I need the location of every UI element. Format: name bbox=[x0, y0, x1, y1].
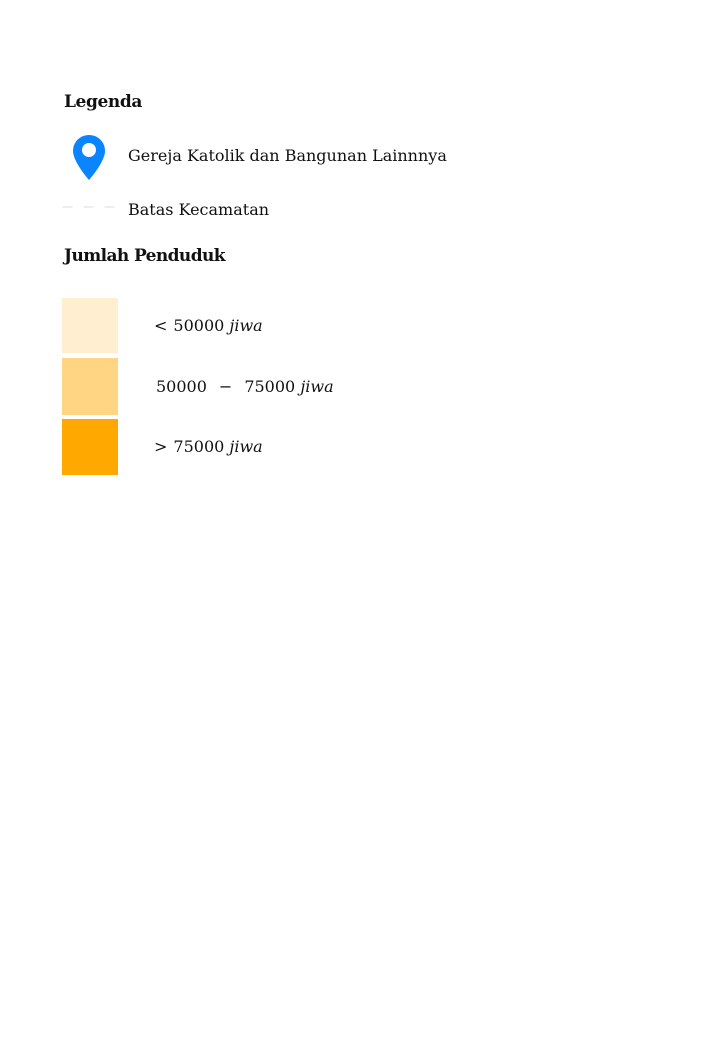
class-unit: jiwa bbox=[229, 437, 263, 456]
operator-less-than: < bbox=[154, 316, 168, 335]
class-range-dash: − bbox=[218, 377, 233, 396]
class-range-to: 75000 bbox=[244, 377, 296, 396]
population-class-high-label: >75000 jiwa bbox=[154, 437, 263, 456]
legend-item-church-label: Gereja Katolik dan Bangunan Lainnnya bbox=[128, 146, 447, 165]
class-range-from: 50000 bbox=[156, 377, 207, 396]
class-unit: jiwa bbox=[229, 316, 263, 335]
population-title: Jumlah Penduduk bbox=[64, 246, 226, 266]
population-swatch-low bbox=[62, 298, 118, 353]
legend-title: Legenda bbox=[64, 92, 142, 112]
class-value: 75000 bbox=[173, 437, 225, 456]
population-swatch-high bbox=[62, 419, 118, 475]
class-unit: jiwa bbox=[300, 377, 334, 396]
legend-item-boundary-label: Batas Kecamatan bbox=[128, 200, 270, 219]
class-value: 50000 bbox=[173, 316, 225, 335]
map-pin-icon bbox=[73, 135, 105, 180]
population-swatch-mid bbox=[62, 358, 118, 415]
operator-greater-than: > bbox=[154, 437, 168, 456]
population-class-mid-label: 50000−75000 jiwa bbox=[156, 377, 334, 396]
population-class-low-label: <50000 jiwa bbox=[154, 316, 263, 335]
dashed-boundary-icon bbox=[58, 204, 119, 210]
